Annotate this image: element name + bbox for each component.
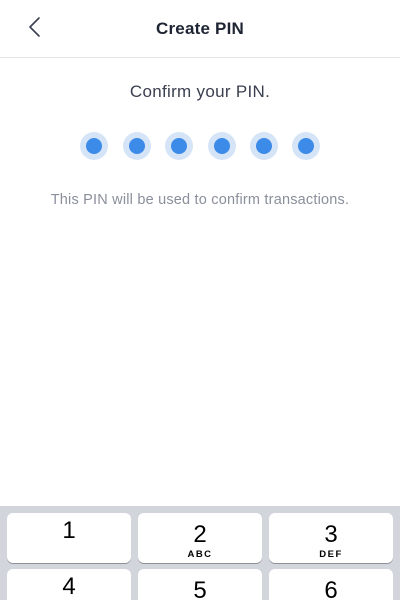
- confirm-pin-prompt: Confirm your PIN.: [129, 82, 271, 101]
- pin-dot-filled: [80, 132, 108, 160]
- key-number: 5: [193, 577, 207, 600]
- pin-dot-filled: [292, 132, 320, 160]
- keypad-key-6[interactable]: 6: [269, 569, 393, 600]
- pin-dot-filled: [250, 132, 278, 160]
- pin-indicator: [80, 132, 320, 160]
- keypad-key-1[interactable]: 1: [7, 513, 131, 563]
- key-number: 3: [324, 521, 338, 548]
- keypad-key-5[interactable]: 5: [138, 569, 262, 600]
- numeric-keypad: 1 2 ABC 3 DEF 4 5 6: [0, 506, 400, 600]
- key-number: 2: [193, 521, 207, 548]
- key-number: 4: [62, 573, 76, 600]
- pin-dot-filled: [165, 132, 193, 160]
- keypad-key-4[interactable]: 4: [7, 569, 131, 600]
- header-bar: Create PIN: [0, 0, 400, 58]
- pin-hint-text: This PIN will be used to confirm transac…: [50, 192, 350, 208]
- create-pin-screen: Create PIN Confirm your PIN. This PIN wi…: [0, 0, 400, 600]
- pin-dot-filled: [207, 132, 236, 160]
- key-letters: DEF: [319, 549, 343, 560]
- pin-dot-filled: [122, 132, 151, 160]
- key-letters: ABC: [187, 549, 213, 560]
- page-title: Create PIN: [156, 19, 244, 38]
- key-number: 1: [62, 517, 76, 544]
- keypad-key-2[interactable]: 2 ABC: [138, 513, 262, 563]
- keypad-key-3[interactable]: 3 DEF: [269, 513, 393, 563]
- key-number: 6: [324, 577, 338, 600]
